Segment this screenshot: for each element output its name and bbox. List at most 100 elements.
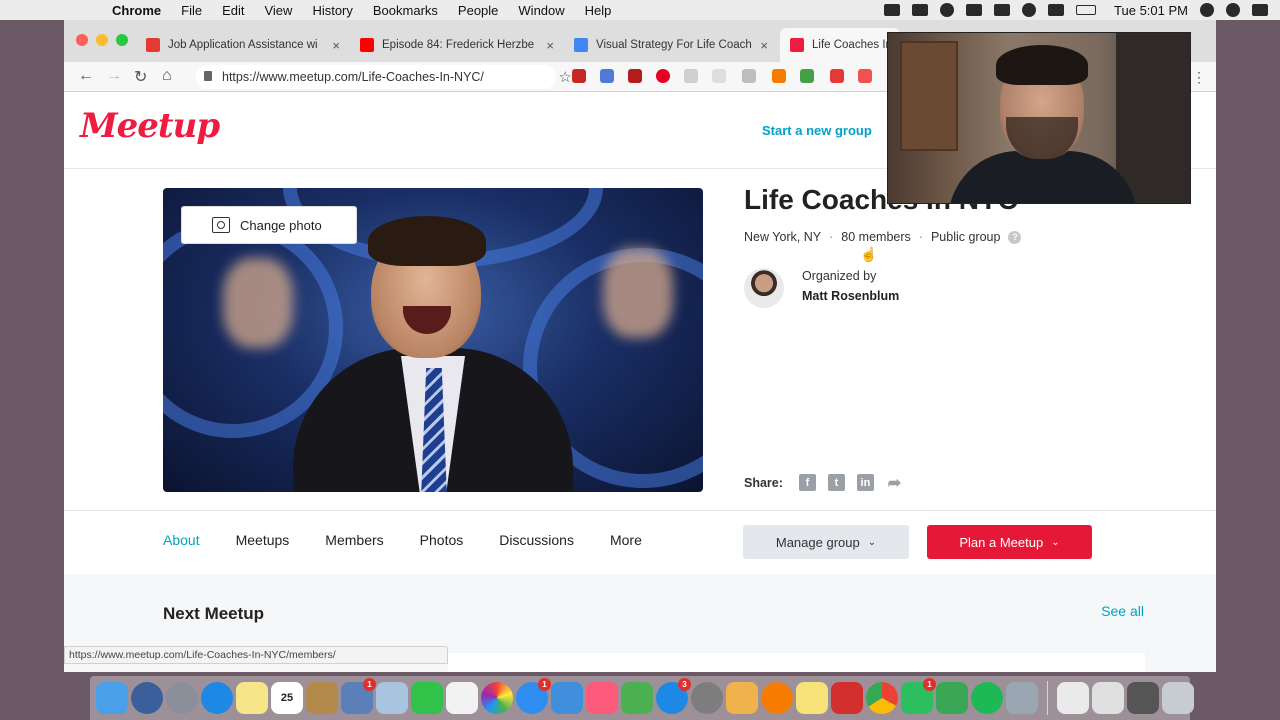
document-icon[interactable]: [1092, 682, 1124, 714]
preview-icon[interactable]: 1: [341, 678, 376, 714]
numbers-icon[interactable]: [621, 682, 653, 714]
safari-icon[interactable]: [201, 682, 233, 714]
bookmark-app-icon[interactable]: [831, 682, 863, 714]
stickies-icon[interactable]: [796, 682, 828, 714]
tab-job-application[interactable]: Job Application Assistance wi ×: [136, 28, 350, 62]
notification-center-icon[interactable]: [1252, 4, 1268, 16]
extension-icon[interactable]: [628, 69, 642, 83]
twitter-icon[interactable]: t: [827, 474, 845, 491]
tab-close-icon[interactable]: ×: [546, 38, 554, 53]
system-preferences-icon[interactable]: [691, 682, 723, 714]
photos-icon[interactable]: [481, 682, 513, 714]
ibooks-icon[interactable]: [761, 682, 793, 714]
zoom-window-button[interactable]: [116, 34, 128, 46]
evernote-icon[interactable]: 1: [901, 678, 936, 714]
chrome-menu-icon[interactable]: ⋮: [1192, 69, 1206, 85]
wifi-icon[interactable]: [1022, 3, 1037, 17]
siri-icon[interactable]: [131, 682, 163, 714]
change-photo-button[interactable]: Change photo: [181, 206, 357, 244]
see-all-link[interactable]: See all: [1101, 603, 1144, 619]
hubspot-extension-icon[interactable]: [772, 69, 786, 83]
menu-file[interactable]: File: [181, 3, 202, 18]
spotify-icon[interactable]: [971, 682, 1003, 714]
menu-edit[interactable]: Edit: [222, 3, 244, 18]
pinterest-extension-icon[interactable]: [656, 69, 670, 83]
menu-clock[interactable]: Tue 5:01 PM: [1114, 3, 1188, 18]
notes-icon[interactable]: [236, 682, 268, 714]
plan-meetup-button[interactable]: Plan a Meetup ⌄: [927, 525, 1092, 559]
launchpad-icon[interactable]: [166, 682, 198, 714]
menu-bookmarks[interactable]: Bookmarks: [373, 3, 438, 18]
menu-view[interactable]: View: [264, 3, 292, 18]
translate-extension-icon[interactable]: [600, 69, 614, 83]
menu-window[interactable]: Window: [518, 3, 564, 18]
menu-help[interactable]: Help: [585, 3, 612, 18]
extension-icon[interactable]: [800, 69, 814, 83]
tab-episode-84[interactable]: Episode 84: Frederick Herzbe ×: [350, 28, 564, 62]
linkedin-icon[interactable]: in: [856, 474, 874, 491]
tab-photos[interactable]: Photos: [420, 532, 464, 548]
address-bar[interactable]: https://www.meetup.com/Life-Coaches-In-N…: [196, 65, 572, 89]
start-new-group-link[interactable]: Start a new group: [762, 123, 872, 138]
tab-discussions[interactable]: Discussions: [499, 532, 574, 548]
battery-icon[interactable]: [1076, 5, 1097, 15]
close-window-button[interactable]: [76, 34, 88, 46]
evernote-icon[interactable]: [912, 4, 929, 16]
document-icon[interactable]: [1057, 682, 1089, 714]
maps-icon[interactable]: [376, 682, 408, 714]
downloads-stack-icon[interactable]: [1127, 682, 1159, 714]
bookmark-star-icon[interactable]: ☆: [559, 68, 572, 86]
screen-capture-icon[interactable]: [1006, 682, 1038, 714]
pages-icon[interactable]: [726, 682, 758, 714]
flipboard-extension-icon[interactable]: [830, 69, 844, 83]
chrome-icon[interactable]: [866, 682, 898, 714]
bluetooth-icon[interactable]: [994, 4, 1011, 16]
siri-icon[interactable]: [1226, 3, 1240, 17]
forward-arrow-icon[interactable]: →: [106, 67, 122, 85]
menu-app-name[interactable]: Chrome: [112, 3, 161, 18]
sheets-icon[interactable]: [936, 682, 968, 714]
app-store-icon[interactable]: 3: [656, 678, 691, 714]
facebook-icon[interactable]: f: [798, 474, 816, 491]
tab-close-icon[interactable]: ×: [760, 38, 768, 53]
camera-extension-icon[interactable]: [684, 69, 698, 83]
tab-members[interactable]: Members: [325, 532, 383, 548]
spotlight-search-icon[interactable]: [1200, 3, 1214, 17]
help-icon[interactable]: ?: [1008, 230, 1022, 244]
minimize-window-button[interactable]: [96, 34, 108, 46]
menu-history[interactable]: History: [312, 3, 352, 18]
tab-about[interactable]: About: [163, 532, 200, 548]
menu-people[interactable]: People: [458, 3, 498, 18]
tab-visual-strategy[interactable]: Visual Strategy For Life Coach ×: [564, 28, 778, 62]
share-arrow-icon[interactable]: ➦: [886, 474, 903, 492]
facetime-icon[interactable]: [411, 682, 443, 714]
dropbox-icon[interactable]: [966, 4, 983, 16]
meetup-logo[interactable]: Meetup: [80, 106, 220, 146]
back-arrow-icon[interactable]: ←: [78, 67, 94, 85]
tab-life-coaches[interactable]: Life Coaches In: [780, 28, 900, 62]
tab-more[interactable]: More: [610, 532, 642, 548]
home-icon[interactable]: ⌂: [162, 67, 172, 85]
calendar-icon[interactable]: 25: [271, 682, 303, 714]
messages-icon[interactable]: 1: [516, 678, 551, 714]
tab-meetups[interactable]: Meetups: [236, 532, 290, 548]
screen-record-icon[interactable]: [884, 4, 901, 16]
members-link[interactable]: 80 members: [841, 230, 910, 244]
finder-icon[interactable]: [96, 682, 128, 714]
extension-icon[interactable]: [572, 69, 586, 83]
reload-icon[interactable]: ↻: [134, 67, 147, 87]
manage-group-button[interactable]: Manage group ⌄: [743, 525, 909, 559]
extension-icon[interactable]: [712, 69, 726, 83]
tab-close-icon[interactable]: ×: [332, 38, 340, 53]
contacts-icon[interactable]: [306, 682, 338, 714]
extension-icon[interactable]: [742, 69, 756, 83]
extension-icon[interactable]: [858, 69, 872, 83]
reminders-icon[interactable]: [446, 682, 478, 714]
cloud-icon[interactable]: [940, 3, 955, 17]
keynote-icon[interactable]: [551, 682, 583, 714]
itunes-icon[interactable]: [586, 682, 618, 714]
trash-icon[interactable]: [1162, 682, 1194, 714]
organizer-avatar[interactable]: [744, 268, 784, 308]
airplay-icon[interactable]: [1048, 4, 1065, 16]
organizer-name-link[interactable]: Matt Rosenblum: [802, 289, 899, 303]
